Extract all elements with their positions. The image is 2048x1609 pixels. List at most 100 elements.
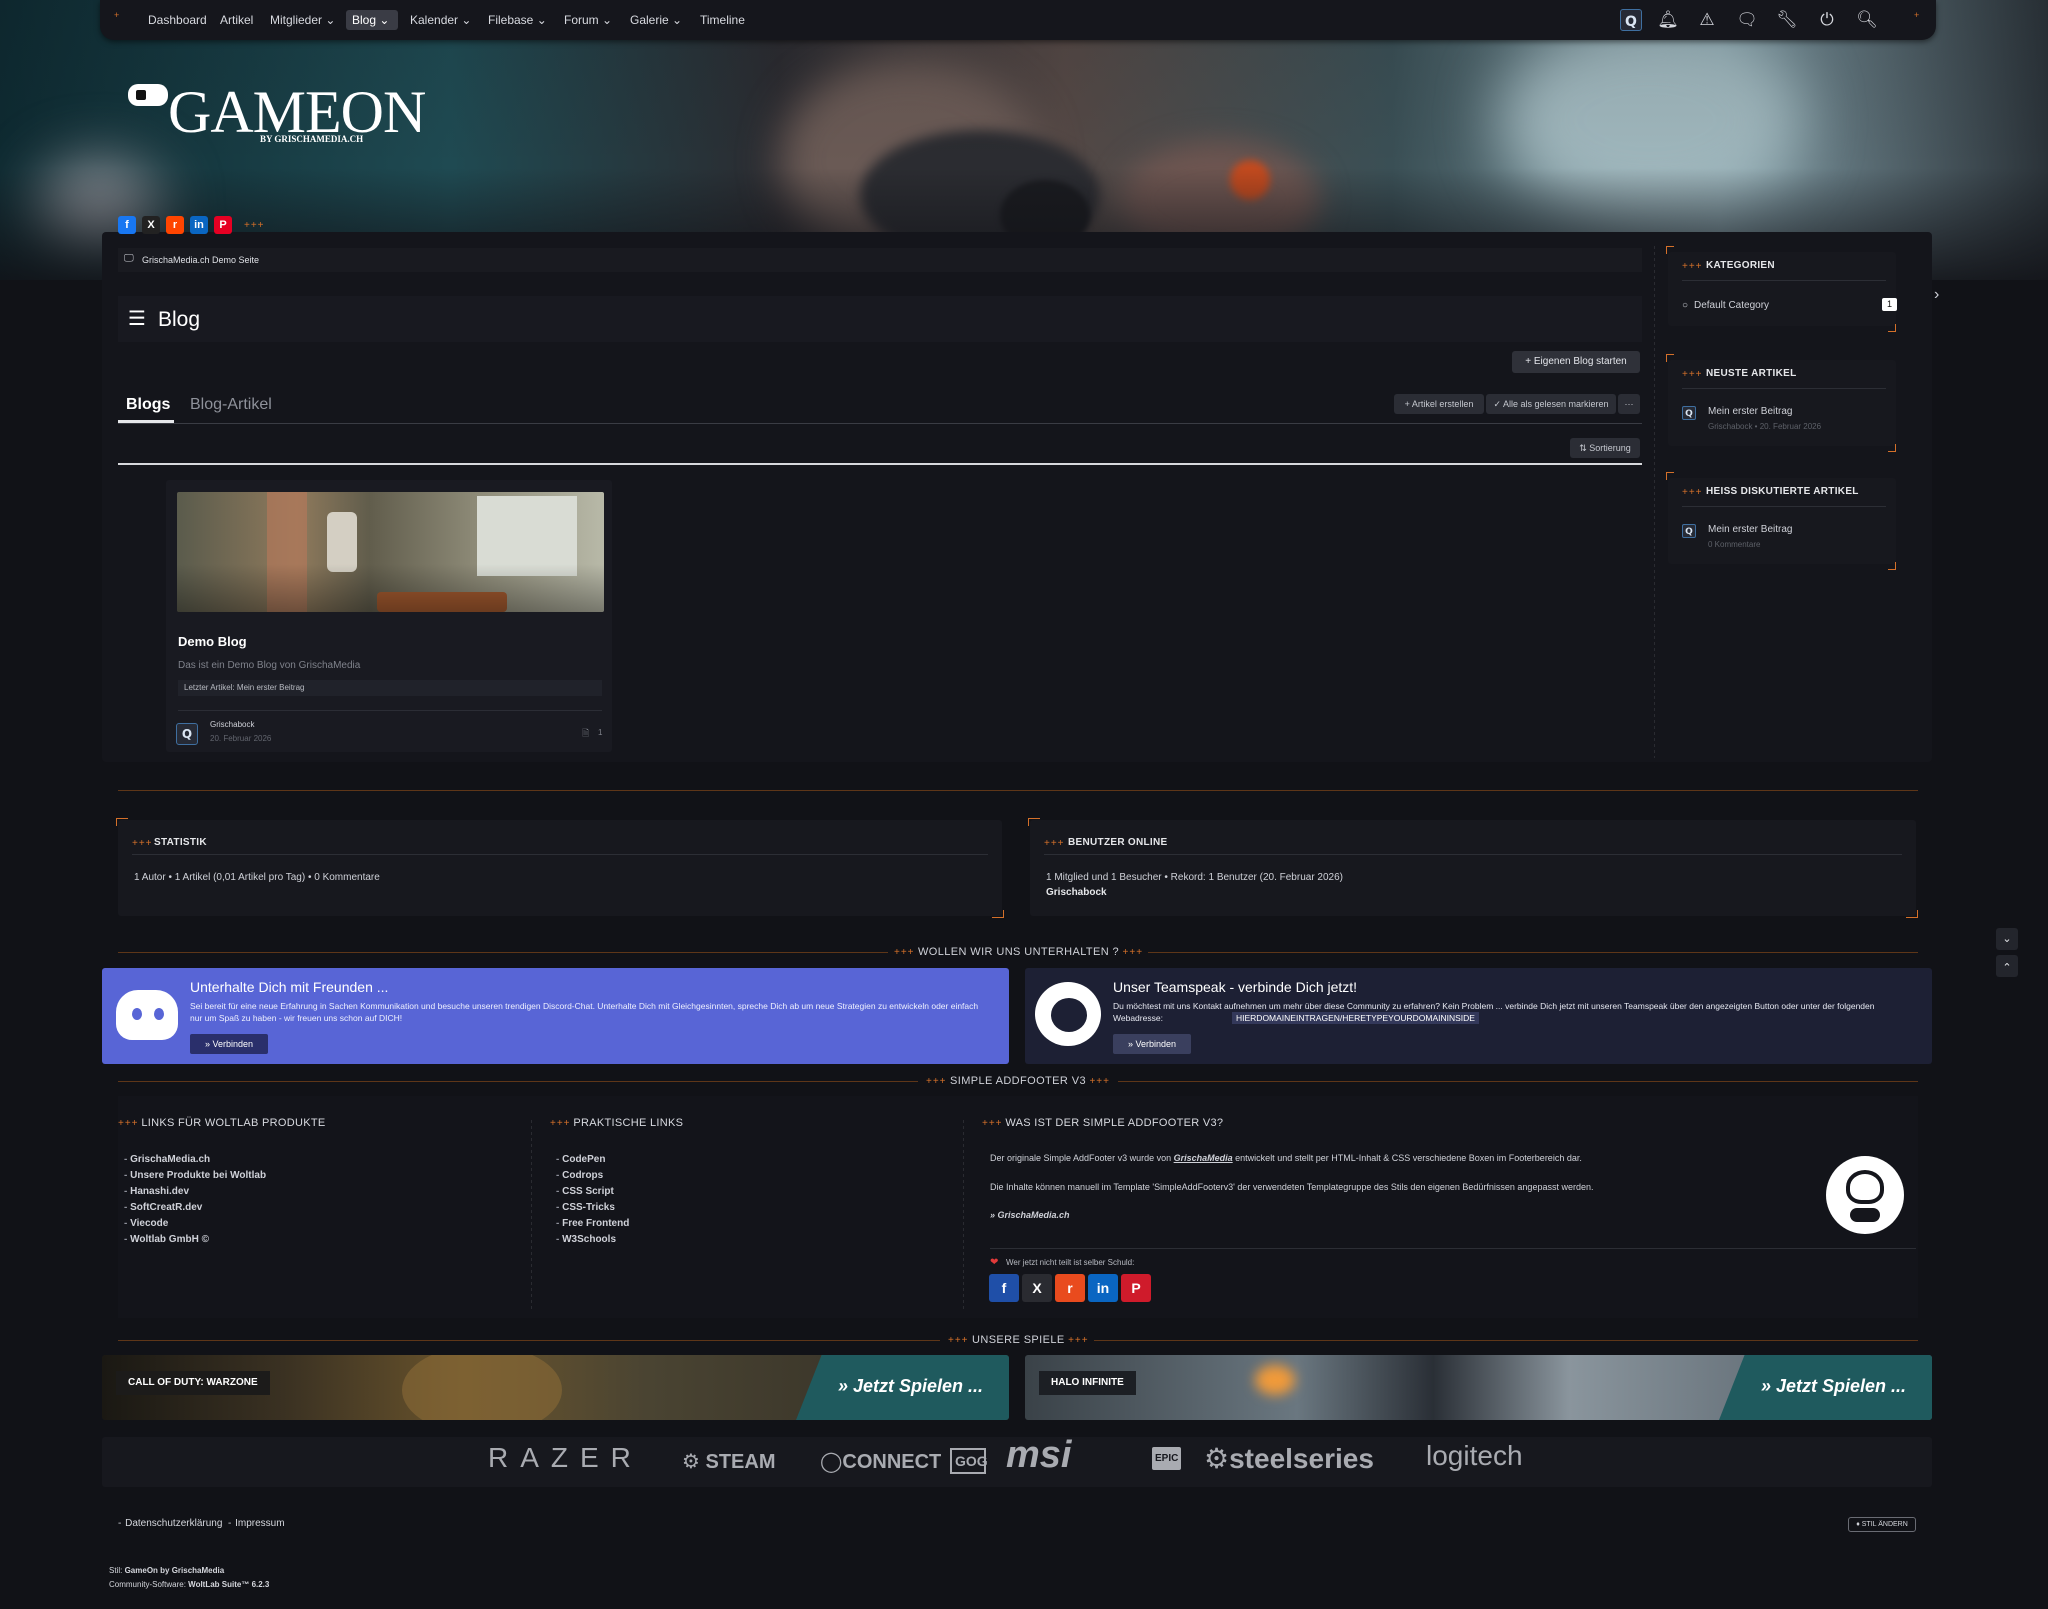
x-share-icon[interactable]: X [142,216,160,234]
game-banner-warzone[interactable]: CALL OF DUTY: WARZONE » Jetzt Spielen ..… [102,1355,1009,1420]
reddit-share-icon[interactable]: r [1055,1274,1085,1302]
play-now-label[interactable]: » Jetzt Spielen ... [1761,1376,1906,1397]
corner-ornament [1666,354,1674,362]
blog-cover-image[interactable] [177,492,604,612]
footer-link[interactable]: CodePen [556,1152,629,1168]
article-avatar[interactable]: 𝗤 [1682,406,1696,420]
discord-banner[interactable]: Unterhalte Dich mit Freunden ... Sei ber… [102,968,1009,1064]
power-icon[interactable]: ⏻ [1816,9,1838,31]
linkedin-share-icon[interactable]: in [190,216,208,234]
nav-item-filebase[interactable]: Filebase ⌄ [482,10,553,30]
author-avatar[interactable]: 𝗤 [176,723,198,745]
game-banner-halo[interactable]: HALO INFINITE » Jetzt Spielen ... [1025,1355,1932,1420]
chat-icon[interactable]: 🗨︎ [1736,9,1758,31]
blog-title[interactable]: Demo Blog [178,634,247,649]
create-article-button[interactable]: + Artikel erstellen [1394,394,1484,414]
footer-link[interactable]: Unsere Produkte bei Woltlab [124,1168,266,1184]
nav-item-kalender[interactable]: Kalender ⌄ [404,10,477,30]
footer-link[interactable]: CSS-Tricks [556,1200,629,1216]
article-avatar[interactable]: 𝗤 [1682,524,1696,538]
footer-link[interactable]: Hanashi.dev [124,1184,266,1200]
teamspeak-address[interactable]: HIERDOMAINEINTRAGEN/HERETYPEYOURDOMAININ… [1232,1012,1479,1024]
mark-all-read-button[interactable]: ✓ Alle als gelesen markieren [1486,394,1616,414]
user-avatar-icon[interactable]: 𝗤 [1620,9,1642,31]
facebook-share-icon[interactable]: f [989,1274,1019,1302]
steelseries-logo[interactable]: ⚙steelseries [1204,1442,1374,1475]
reddit-share-icon[interactable]: r [166,216,184,234]
category-item[interactable]: Default Category [1694,300,1769,311]
nav-item-galerie[interactable]: Galerie ⌄ [624,10,688,30]
scroll-up-button[interactable]: ⌃ [1996,955,2018,977]
tab-blog-articles[interactable]: Blog-Artikel [190,396,272,414]
razer-logo[interactable]: RAZER [488,1442,643,1474]
tab-blogs[interactable]: Blogs [126,396,170,414]
logitech-logo[interactable]: logitech [1426,1440,1523,1472]
footer-link[interactable]: GrischaMedia.ch [124,1152,266,1168]
hot-articles-title: HEISS DISKUTIERTE ARTIKEL [1706,486,1859,497]
corner-ornament [1906,910,1918,918]
author-name[interactable]: Grischabock [210,720,254,729]
wrench-icon[interactable]: 🔧︎ [1776,9,1798,31]
play-now-label[interactable]: » Jetzt Spielen ... [838,1376,983,1397]
bell-icon[interactable]: 🔔︎ [1657,9,1679,31]
footer-link[interactable]: CSS Script [556,1184,629,1200]
nav-item-artikel[interactable]: Artikel [214,10,259,30]
nav-item-mitglieder[interactable]: Mitglieder ⌄ [264,10,341,30]
site-logo[interactable]: GAMEON BY GRISCHAMEDIA.CH [128,79,428,150]
footer-link[interactable]: Viecode [124,1216,266,1232]
imprint-link[interactable]: Impressum [235,1518,284,1529]
section-ornament: +++ [1682,261,1703,272]
change-style-button[interactable]: ♦ STIL ÄNDERN [1848,1517,1916,1532]
discord-eye [132,1008,142,1020]
msi-logo[interactable]: msi [1006,1434,1071,1477]
woltlab-links-list: GrischaMedia.ch Unsere Produkte bei Wolt… [124,1152,266,1248]
latest-article-link[interactable]: Mein erster Beitrag [1708,406,1792,417]
online-user-link[interactable]: Grischabock [1046,887,1107,898]
footer-link[interactable]: W3Schools [556,1232,629,1248]
x-share-icon[interactable]: X [1022,1274,1052,1302]
sidebar-toggle-chevron-icon[interactable]: › [1934,286,1939,304]
breadcrumb-link[interactable]: GrischaMedia.ch Demo Seite [142,255,259,265]
software-credit-link[interactable]: WoltLab Suite™ 6.2.3 [188,1580,269,1589]
addfooter-description: Der originale Simple AddFooter v3 wurde … [990,1153,1582,1163]
footer-link[interactable]: Free Frontend [556,1216,629,1232]
teamspeak-banner[interactable]: Unser Teamspeak - verbinde Dich jetzt! D… [1025,968,1932,1064]
start-blog-button[interactable]: + Eigenen Blog starten [1512,351,1640,373]
scroll-down-button[interactable]: ⌄ [1996,928,2018,950]
logo-subtext: BY GRISCHAMEDIA.CH [260,134,364,144]
epic-games-logo[interactable]: EPIC [1152,1447,1182,1470]
banner-art [402,1355,562,1420]
teamspeak-connect-button[interactable]: » Verbinden [1113,1034,1191,1054]
divider-line [1118,1081,1918,1082]
gog-logo[interactable]: GOG [950,1448,988,1474]
privacy-link[interactable]: Datenschutzerklärung [125,1518,222,1529]
nav-item-forum[interactable]: Forum ⌄ [558,10,618,30]
discord-connect-button[interactable]: » Verbinden [190,1034,268,1054]
footer-link[interactable]: Codrops [556,1168,629,1184]
hot-article-link[interactable]: Mein erster Beitrag [1708,524,1792,535]
steam-logo[interactable]: ⚙ STEAM [682,1449,776,1474]
style-credit-link[interactable]: GameOn by GrischaMedia [125,1566,225,1575]
pinterest-share-icon[interactable]: P [214,216,232,234]
facebook-share-icon[interactable]: f [118,216,136,234]
grischamedia-footer-link[interactable]: » GrischaMedia.ch [990,1210,1070,1220]
divider-line [1094,1340,1918,1341]
practical-links-list: CodePen Codrops CSS Script CSS-Tricks Fr… [556,1152,629,1248]
nav-item-blog[interactable]: Blog ⌄ [346,10,398,30]
last-article-box[interactable]: Letzter Artikel: Mein erster Beitrag [178,680,602,696]
blog-description: Das ist ein Demo Blog von GrischaMedia [178,660,361,671]
footer-link[interactable]: SoftCreatR.dev [124,1200,266,1216]
footer-link[interactable]: Woltlab GmbH © [124,1232,266,1248]
warning-icon[interactable]: ⚠ [1696,9,1718,31]
more-options-button[interactable]: ··· [1618,394,1640,414]
pinterest-share-icon[interactable]: P [1121,1274,1151,1302]
article-count: 1 [598,728,603,737]
nav-item-dashboard[interactable]: Dashboard [142,10,213,30]
sort-button[interactable]: ⇅ Sortierung [1570,438,1640,458]
blog-card[interactable]: Demo Blog Das ist ein Demo Blog von Gris… [166,480,612,752]
grischamedia-link[interactable]: GrischaMedia [1174,1153,1233,1163]
ubisoft-connect-logo[interactable]: ◯CONNECT [820,1449,941,1474]
nav-item-timeline[interactable]: Timeline [694,10,751,30]
linkedin-share-icon[interactable]: in [1088,1274,1118,1302]
search-icon[interactable]: 🔍︎ [1856,9,1878,31]
